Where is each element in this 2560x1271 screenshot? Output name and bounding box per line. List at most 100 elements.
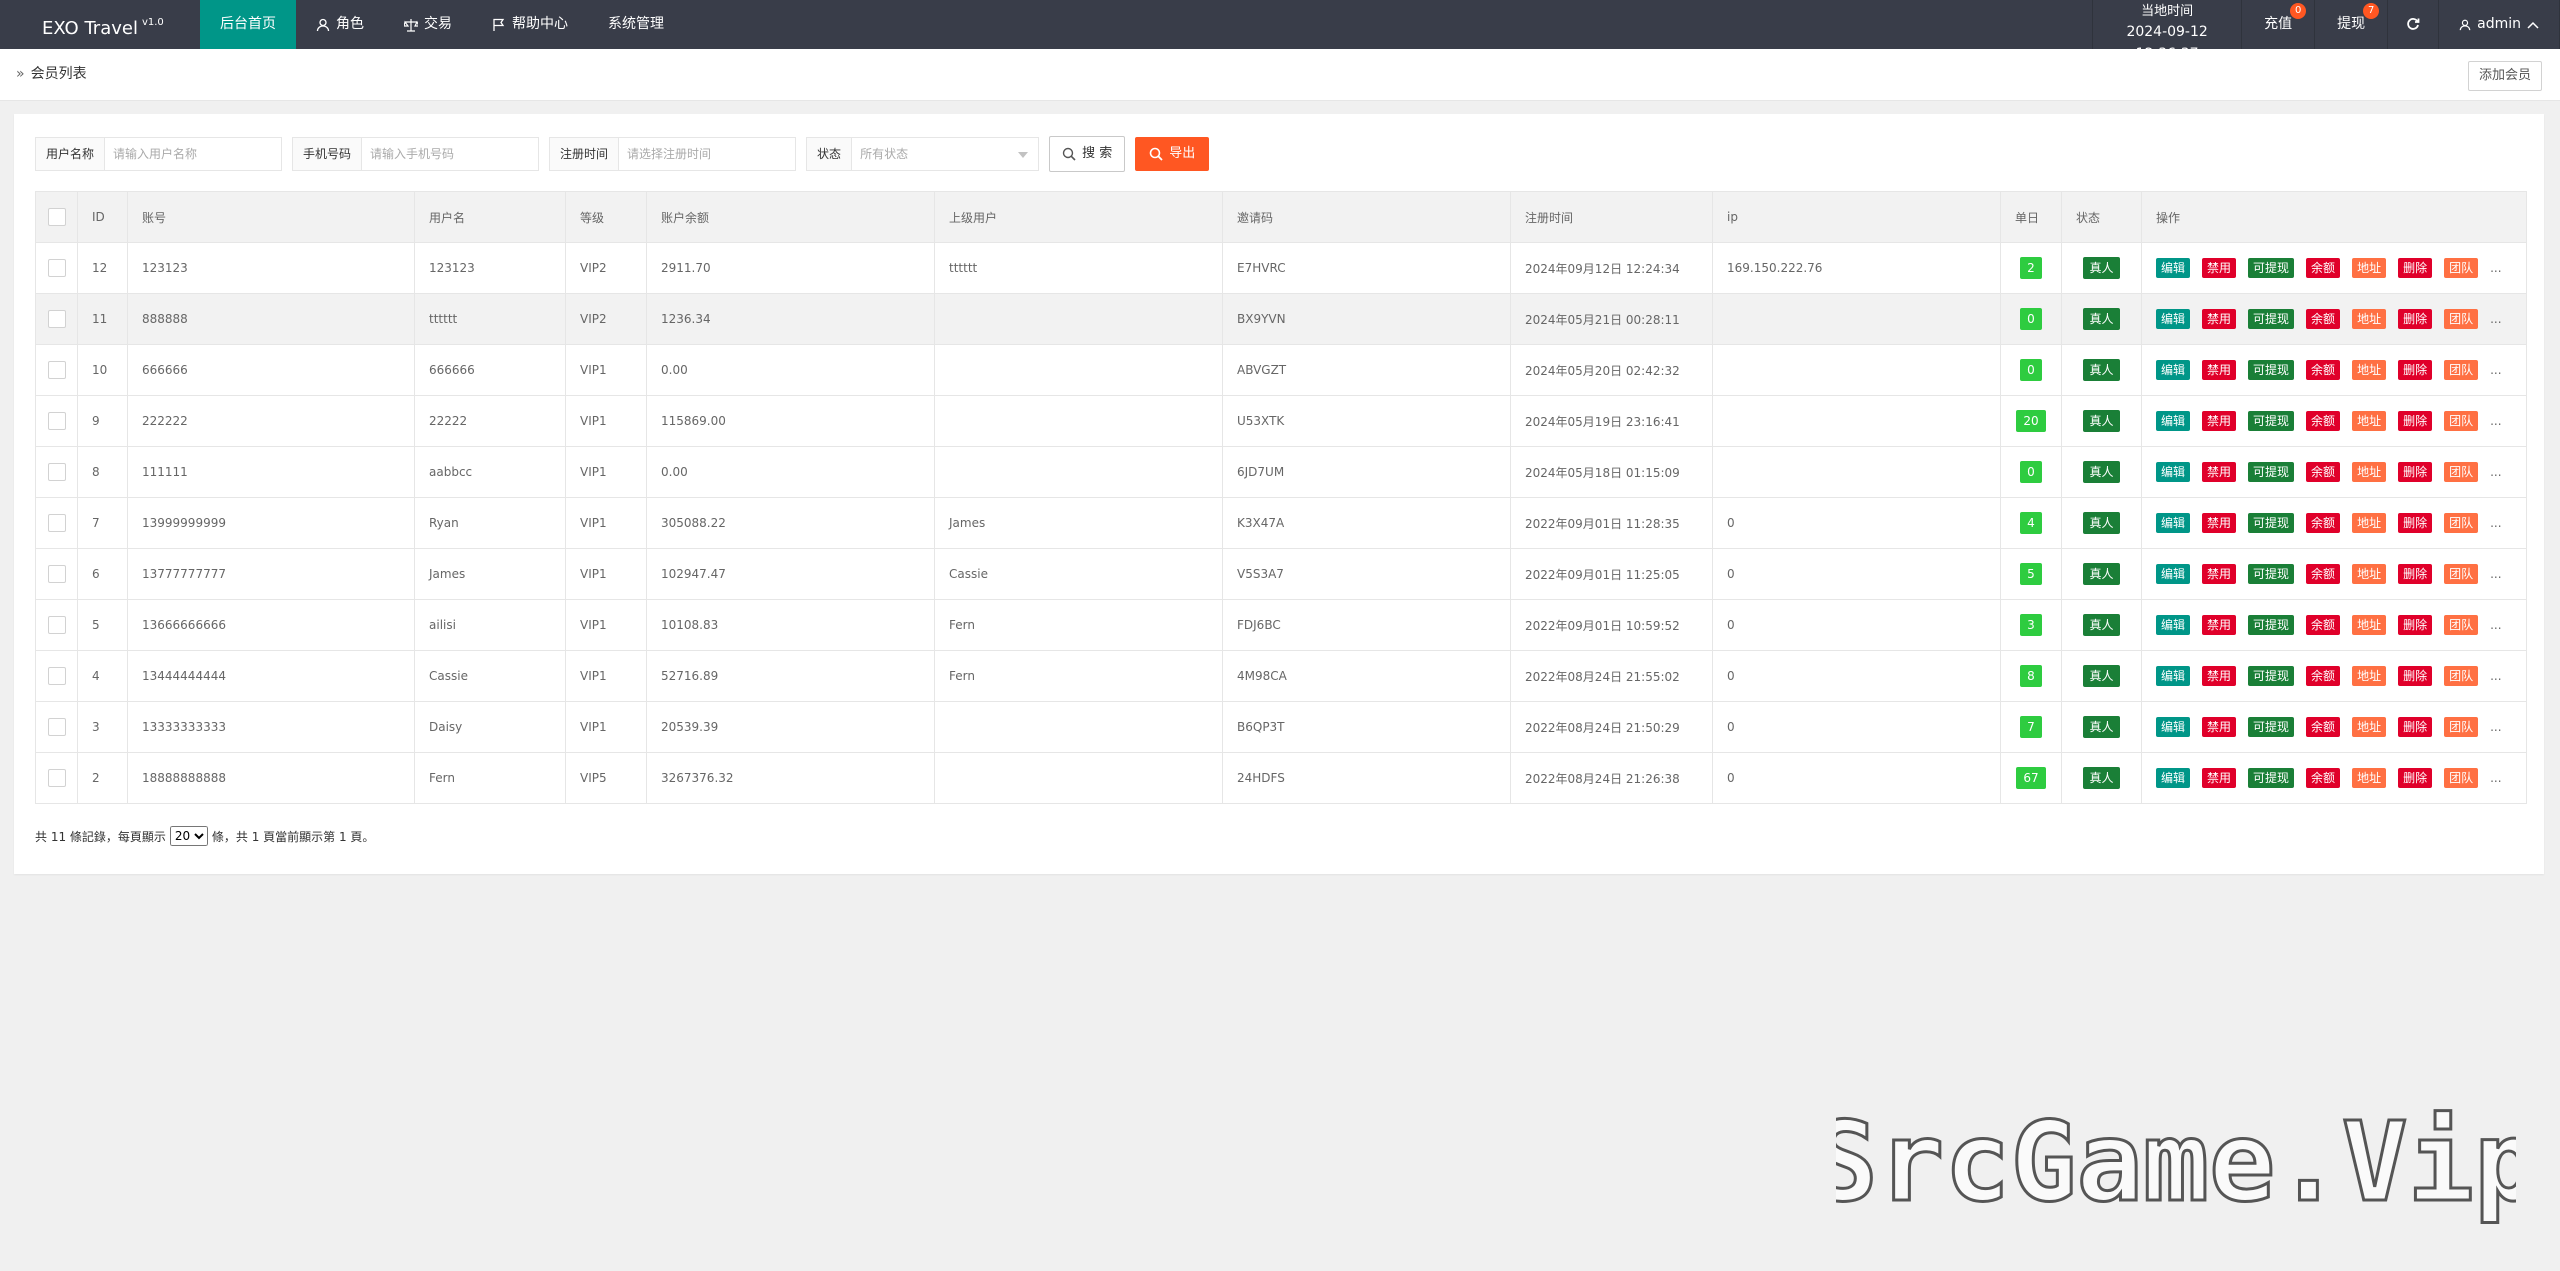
row-checkbox[interactable] xyxy=(47,718,66,736)
delete-button[interactable]: 删除 xyxy=(2398,462,2433,482)
withdrawable-button[interactable]: 可提现 xyxy=(2248,258,2295,278)
row-checkbox[interactable] xyxy=(47,769,66,787)
nav-item-system[interactable]: 系统管理 xyxy=(588,0,684,49)
edit-button[interactable]: 编辑 xyxy=(2156,462,2191,482)
edit-button[interactable]: 编辑 xyxy=(2156,666,2191,686)
team-button[interactable]: 团队 xyxy=(2444,768,2479,788)
disable-button[interactable]: 禁用 xyxy=(2202,513,2237,533)
row-checkbox[interactable] xyxy=(47,667,66,685)
address-button[interactable]: 地址 xyxy=(2352,309,2387,329)
disable-button[interactable]: 禁用 xyxy=(2202,360,2237,380)
user-menu[interactable]: admin xyxy=(2439,0,2560,49)
address-button[interactable]: 地址 xyxy=(2352,717,2387,737)
row-checkbox[interactable] xyxy=(47,616,66,634)
address-button[interactable]: 地址 xyxy=(2352,768,2387,788)
edit-button[interactable]: 编辑 xyxy=(2156,360,2191,380)
disable-button[interactable]: 禁用 xyxy=(2202,309,2237,329)
address-button[interactable]: 地址 xyxy=(2352,411,2387,431)
withdrawable-button[interactable]: 可提现 xyxy=(2248,666,2295,686)
delete-button[interactable]: 删除 xyxy=(2398,411,2433,431)
row-checkbox[interactable] xyxy=(47,259,66,277)
balance-button[interactable]: 余额 xyxy=(2306,768,2341,788)
balance-button[interactable]: 余额 xyxy=(2306,513,2341,533)
withdraw-button[interactable]: 提现 7 xyxy=(2315,0,2389,49)
withdrawable-button[interactable]: 可提现 xyxy=(2248,360,2295,380)
team-button[interactable]: 团队 xyxy=(2444,258,2479,278)
disable-button[interactable]: 禁用 xyxy=(2202,717,2237,737)
withdrawable-button[interactable]: 可提现 xyxy=(2248,564,2295,584)
team-button[interactable]: 团队 xyxy=(2444,615,2479,635)
nav-item-help[interactable]: 帮助中心 xyxy=(472,0,588,49)
export-button[interactable]: 导出 xyxy=(1135,137,1210,171)
withdrawable-button[interactable]: 可提现 xyxy=(2248,462,2295,482)
more-actions[interactable]: ... xyxy=(2490,720,2501,734)
edit-button[interactable]: 编辑 xyxy=(2156,615,2191,635)
balance-button[interactable]: 余额 xyxy=(2306,462,2341,482)
edit-button[interactable]: 编辑 xyxy=(2156,309,2191,329)
more-actions[interactable]: ... xyxy=(2490,516,2501,530)
withdrawable-button[interactable]: 可提现 xyxy=(2248,513,2295,533)
delete-button[interactable]: 删除 xyxy=(2398,258,2433,278)
more-actions[interactable]: ... xyxy=(2490,312,2501,326)
team-button[interactable]: 团队 xyxy=(2444,360,2479,380)
team-button[interactable]: 团队 xyxy=(2444,411,2479,431)
withdrawable-button[interactable]: 可提现 xyxy=(2248,309,2295,329)
page-size-select[interactable]: 20 xyxy=(169,826,208,846)
row-checkbox[interactable] xyxy=(47,361,66,379)
address-button[interactable]: 地址 xyxy=(2352,360,2387,380)
balance-button[interactable]: 余额 xyxy=(2306,309,2341,329)
edit-button[interactable]: 编辑 xyxy=(2156,717,2191,737)
delete-button[interactable]: 删除 xyxy=(2398,513,2433,533)
username-input[interactable] xyxy=(105,138,282,170)
more-actions[interactable]: ... xyxy=(2490,618,2501,632)
select-all-checkbox[interactable] xyxy=(47,208,66,226)
address-button[interactable]: 地址 xyxy=(2352,666,2387,686)
team-button[interactable]: 团队 xyxy=(2444,717,2479,737)
balance-button[interactable]: 余额 xyxy=(2306,666,2341,686)
balance-button[interactable]: 余额 xyxy=(2306,411,2341,431)
disable-button[interactable]: 禁用 xyxy=(2202,564,2237,584)
edit-button[interactable]: 编辑 xyxy=(2156,258,2191,278)
address-button[interactable]: 地址 xyxy=(2352,258,2387,278)
more-actions[interactable]: ... xyxy=(2490,669,2501,683)
team-button[interactable]: 团队 xyxy=(2444,513,2479,533)
edit-button[interactable]: 编辑 xyxy=(2156,768,2191,788)
address-button[interactable]: 地址 xyxy=(2352,615,2387,635)
disable-button[interactable]: 禁用 xyxy=(2202,462,2237,482)
edit-button[interactable]: 编辑 xyxy=(2156,411,2191,431)
delete-button[interactable]: 删除 xyxy=(2398,360,2433,380)
disable-button[interactable]: 禁用 xyxy=(2202,411,2237,431)
disable-button[interactable]: 禁用 xyxy=(2202,615,2237,635)
row-checkbox[interactable] xyxy=(47,514,66,532)
address-button[interactable]: 地址 xyxy=(2352,513,2387,533)
balance-button[interactable]: 余额 xyxy=(2306,564,2341,584)
nav-item-home[interactable]: 后台首页 xyxy=(200,0,296,49)
refresh-button[interactable] xyxy=(2388,0,2440,49)
search-button[interactable]: 搜 索 xyxy=(1049,136,1126,172)
row-checkbox[interactable] xyxy=(47,310,66,328)
delete-button[interactable]: 删除 xyxy=(2398,615,2433,635)
team-button[interactable]: 团队 xyxy=(2444,462,2479,482)
more-actions[interactable]: ... xyxy=(2490,567,2501,581)
edit-button[interactable]: 编辑 xyxy=(2156,513,2191,533)
balance-button[interactable]: 余额 xyxy=(2306,258,2341,278)
delete-button[interactable]: 删除 xyxy=(2398,564,2433,584)
recharge-button[interactable]: 充值 0 xyxy=(2242,0,2316,49)
status-select[interactable]: 所有状态 xyxy=(852,138,1038,170)
disable-button[interactable]: 禁用 xyxy=(2202,666,2237,686)
more-actions[interactable]: ... xyxy=(2490,771,2501,785)
row-checkbox[interactable] xyxy=(47,565,66,583)
address-button[interactable]: 地址 xyxy=(2352,462,2387,482)
balance-button[interactable]: 余额 xyxy=(2306,615,2341,635)
disable-button[interactable]: 禁用 xyxy=(2202,258,2237,278)
balance-button[interactable]: 余额 xyxy=(2306,360,2341,380)
regtime-input[interactable] xyxy=(619,138,796,170)
more-actions[interactable]: ... xyxy=(2490,261,2501,275)
brand-logo[interactable]: EXO Travel v1.0 xyxy=(42,0,164,49)
withdrawable-button[interactable]: 可提现 xyxy=(2248,717,2295,737)
edit-button[interactable]: 编辑 xyxy=(2156,564,2191,584)
nav-item-trade[interactable]: 交易 xyxy=(384,0,472,49)
add-member-button[interactable]: 添加会员 xyxy=(2467,61,2542,91)
row-checkbox[interactable] xyxy=(47,412,66,430)
more-actions[interactable]: ... xyxy=(2490,465,2501,479)
